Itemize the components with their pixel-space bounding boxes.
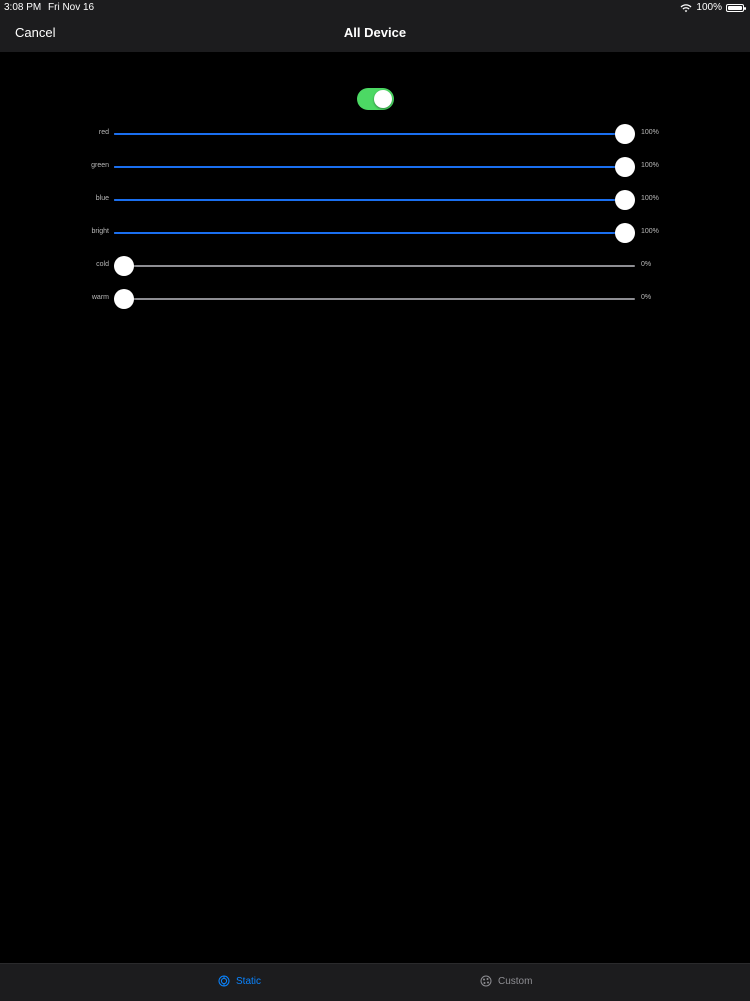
toggle-knob — [374, 90, 392, 108]
slider-row-red: red 100% — [0, 124, 750, 144]
status-indicators: 100% — [680, 2, 746, 13]
slider-label: blue — [95, 195, 109, 202]
cold-slider[interactable] — [114, 265, 635, 267]
slider-value: 100% — [641, 228, 659, 235]
slider-thumb[interactable] — [615, 124, 635, 144]
red-slider[interactable] — [114, 133, 635, 135]
slider-row-blue: blue 100% — [0, 190, 750, 210]
bright-slider[interactable] — [114, 232, 635, 234]
slider-thumb[interactable] — [615, 157, 635, 177]
warm-slider[interactable] — [114, 298, 635, 300]
slider-label: bright — [91, 228, 109, 235]
status-time: 3:08 PM — [4, 2, 42, 13]
slider-row-bright: bright 100% — [0, 223, 750, 243]
slider-label: cold — [96, 261, 109, 268]
battery-icon — [726, 3, 746, 12]
tab-custom[interactable]: Custom — [480, 975, 532, 987]
slider-value: 0% — [641, 294, 652, 301]
top-chrome: 3:08 PM Fri Nov 16 100% Cancel All Devic… — [0, 0, 750, 52]
status-bar: 3:08 PM Fri Nov 16 100% — [0, 0, 750, 16]
slider-fill — [114, 133, 625, 135]
slider-fill — [114, 199, 625, 201]
page-title: All Device — [343, 25, 407, 40]
status-date: Fri Nov 16 — [48, 2, 95, 13]
slider-row-green: green 100% — [0, 157, 750, 177]
slider-value: 100% — [641, 162, 659, 169]
slider-value: 100% — [641, 195, 659, 202]
slider-value: 0% — [641, 261, 652, 268]
slider-thumb[interactable] — [114, 256, 134, 276]
blue-slider[interactable] — [114, 199, 635, 201]
tab-static-label: Static — [236, 975, 262, 987]
power-toggle[interactable] — [357, 88, 394, 110]
slider-label: green — [91, 162, 109, 169]
tab-bar: Static Custom — [0, 963, 750, 1001]
slider-label: warm — [91, 294, 109, 301]
tab-static[interactable]: Static — [218, 975, 261, 987]
slider-label: red — [98, 129, 109, 136]
slider-fill — [114, 166, 625, 168]
nav-bar: Cancel All Device — [0, 16, 750, 52]
battery-percent: 100% — [696, 2, 722, 13]
slider-thumb[interactable] — [615, 190, 635, 210]
tab-custom-label: Custom — [498, 975, 533, 987]
wifi-icon — [680, 3, 692, 12]
static-icon — [218, 975, 230, 987]
slider-thumb[interactable] — [615, 223, 635, 243]
slider-thumb[interactable] — [114, 289, 134, 309]
slider-value: 100% — [641, 129, 659, 136]
slider-row-cold: cold 0% — [0, 256, 750, 276]
green-slider[interactable] — [114, 166, 635, 168]
slider-row-warm: warm 0% — [0, 289, 750, 309]
custom-icon — [480, 975, 492, 987]
slider-fill — [114, 232, 625, 234]
